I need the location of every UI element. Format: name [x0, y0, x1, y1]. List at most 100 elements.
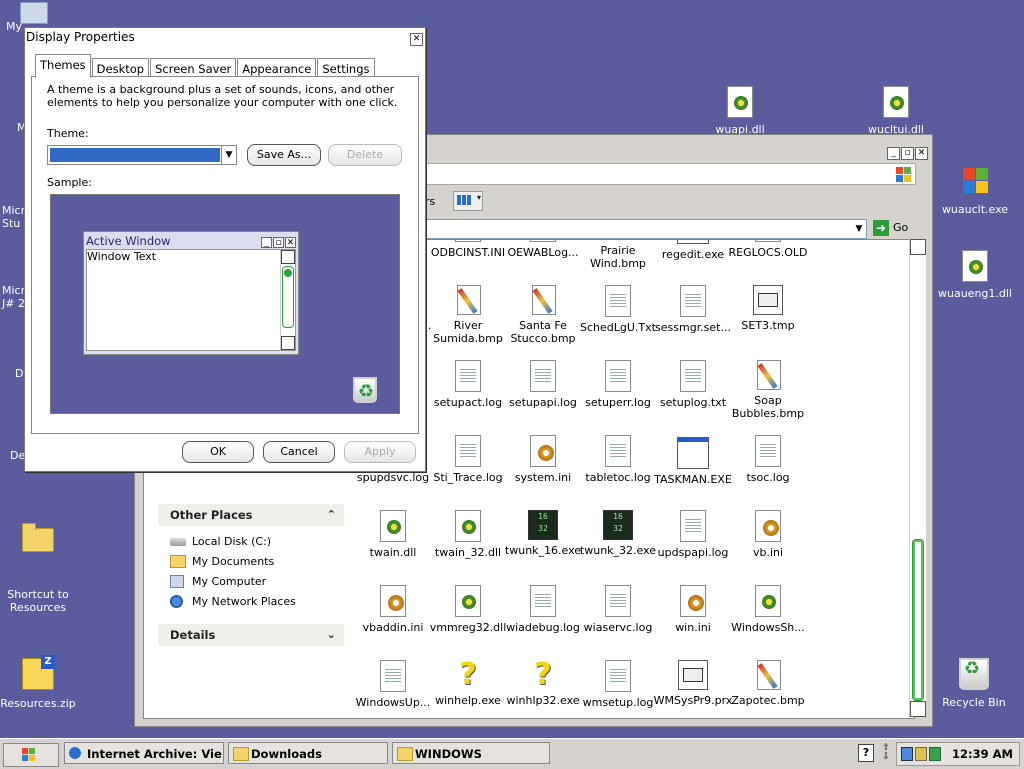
close-button[interactable]: ✕: [915, 147, 928, 160]
tray-speaker-icon[interactable]: [915, 747, 927, 761]
file-item[interactable]: SchedLgU.Txt: [575, 285, 661, 334]
file-item[interactable]: twain.dll: [350, 510, 436, 559]
file-item-label: wiadebug.log: [506, 621, 580, 634]
place-my-documents[interactable]: My Documents: [170, 552, 344, 572]
place-my-computer[interactable]: My Computer: [170, 572, 344, 592]
taskbar-button-downloads[interactable]: Downloads: [228, 742, 388, 764]
place-label: My Documents: [192, 555, 275, 568]
file-item[interactable]: WMSysPr9.prx: [650, 660, 736, 707]
other-places-header[interactable]: Other Places ⌃: [158, 504, 344, 526]
file-item[interactable]: TASKMAN.EXE: [650, 435, 736, 486]
desktop-icon-wuauclt[interactable]: wuauclt.exe: [935, 165, 1015, 216]
file-item[interactable]: wiadebug.log: [500, 585, 586, 634]
file-item[interactable]: Soap Bubbles.bmp: [725, 360, 811, 420]
taskbar-button-windows[interactable]: WINDOWS: [392, 742, 550, 764]
file-item[interactable]: 16 32 twunk_16.exe: [500, 510, 586, 557]
details-header[interactable]: Details ⌄: [158, 624, 344, 646]
scroll-down-button[interactable]: [910, 701, 926, 717]
cancel-button[interactable]: Cancel: [263, 441, 335, 463]
desktop-icon-wuapi[interactable]: wuapi.dll: [700, 86, 780, 136]
file-item[interactable]: vmmreg32.dll: [425, 585, 511, 634]
desktop-icon-shortcut-resources[interactable]: Shortcut to Resources: [0, 496, 78, 640]
file-item[interactable]: ? winhelp.exe: [425, 660, 511, 708]
chevron-up-icon[interactable]: ⌃: [327, 504, 336, 526]
file-item[interactable]: sessmgr.set...: [650, 285, 736, 334]
recycle-bin-icon: [959, 658, 989, 690]
desktop-icon-resources-zip[interactable]: Resources.zip: [0, 655, 78, 710]
dialog-close-button[interactable]: ✕: [409, 33, 423, 46]
folders-button-partial[interactable]: rs: [425, 195, 435, 208]
theme-sample-preview: Active Window _ ▫ ✕ Window Text: [50, 194, 400, 414]
file-item[interactable]: 16 32 twunk_32.exe: [575, 510, 661, 557]
taskbar-handle-icon[interactable]: ⇧ ⇩: [880, 744, 892, 762]
file-item[interactable]: updspapi.log: [650, 510, 736, 559]
ok-button[interactable]: OK: [182, 441, 254, 463]
taskbar-button-internet-archive[interactable]: Internet Archive: Vie...: [64, 742, 224, 764]
file-item[interactable]: SET3.tmp: [725, 285, 811, 332]
file-item[interactable]: setuperr.log: [575, 360, 661, 409]
file-item[interactable]: River Sumida.bmp: [425, 285, 511, 345]
file-item[interactable]: setuplog.txt: [650, 360, 736, 409]
file-item-label: SchedLgU.Txt: [580, 321, 656, 334]
file-item-label: REGLOCS.OLD: [728, 246, 808, 259]
start-button[interactable]: [3, 743, 59, 767]
file-item[interactable]: wiaservc.log: [575, 585, 661, 634]
chevron-down-icon[interactable]: ▼: [852, 220, 866, 238]
file-item[interactable]: OEWABLog...: [500, 240, 586, 259]
file-item[interactable]: Prairie Wind.bmp: [575, 240, 661, 270]
theme-select[interactable]: ▼: [47, 145, 237, 165]
file-item[interactable]: setupapi.log: [500, 360, 586, 409]
file-item[interactable]: REGLOCS.OLD: [725, 240, 811, 259]
desktop-icon-wucltui[interactable]: wucltui.dll: [856, 86, 936, 136]
address-input[interactable]: ▼: [425, 219, 867, 239]
help-icon[interactable]: ?: [858, 744, 874, 762]
minimize-button[interactable]: _: [887, 147, 900, 160]
tab-themes[interactable]: Themes: [35, 54, 91, 78]
place-local-disk[interactable]: Local Disk (C:): [170, 532, 344, 552]
file-item[interactable]: Sti_Trace.log: [425, 435, 511, 484]
scroll-thumb[interactable]: [912, 539, 924, 701]
go-button[interactable]: ➜ Go: [873, 220, 923, 238]
file-item[interactable]: system.ini: [500, 435, 586, 484]
doc-file-icon: [605, 660, 631, 692]
file-item[interactable]: tsoc.log: [725, 435, 811, 484]
doc-file-icon: [455, 360, 481, 392]
tray-security-icon[interactable]: [929, 747, 941, 761]
vertical-scrollbar[interactable]: [909, 239, 926, 717]
file-item[interactable]: Zapotec.bmp: [725, 660, 811, 707]
file-item-label: wmsetup.log: [582, 696, 654, 709]
desktop-icon-label: Recycle Bin: [942, 696, 1006, 709]
taskbar-clock[interactable]: 12:39 AM: [952, 743, 1013, 765]
save-as-button[interactable]: Save As...: [247, 144, 321, 166]
desktop-icon-label: wuaueng1.dll: [938, 287, 1012, 300]
apply-button[interactable]: Apply: [344, 441, 416, 463]
file-item[interactable]: vbaddin.ini: [350, 585, 436, 634]
help-file-icon: ?: [534, 657, 552, 692]
file-item[interactable]: tabletoc.log: [575, 435, 661, 484]
file-item[interactable]: wmsetup.log: [575, 660, 661, 709]
file-item[interactable]: vb.ini: [725, 510, 811, 559]
scroll-up-button[interactable]: [910, 239, 926, 255]
chevron-down-icon[interactable]: ⌄: [327, 624, 336, 646]
sample-scrollbar: [280, 250, 295, 350]
file-item[interactable]: setupact.log: [425, 360, 511, 409]
file-item[interactable]: ? winhlp32.exe: [500, 657, 586, 708]
file-item[interactable]: WindowsUp...: [350, 660, 436, 709]
sample-active-window: Active Window _ ▫ ✕ Window Text: [83, 231, 299, 355]
file-item[interactable]: ODBCINST.INI: [425, 240, 511, 259]
file-item-label: Sti_Trace.log: [433, 471, 503, 484]
file-item[interactable]: twain_32.dll: [425, 510, 511, 559]
file-item[interactable]: WindowsSh...: [725, 585, 811, 634]
desktop-icon-wuaueng1[interactable]: wuaueng1.dll: [935, 250, 1015, 300]
desktop-icon-recycle-bin[interactable]: Recycle Bin: [934, 658, 1014, 709]
views-button[interactable]: ▾: [453, 191, 483, 211]
file-item[interactable]: win.ini: [650, 585, 736, 634]
delete-button[interactable]: Delete: [328, 144, 402, 166]
maximize-button[interactable]: ▫: [901, 147, 914, 160]
tray-network-icon[interactable]: [901, 747, 913, 761]
file-item[interactable]: regedit.exe: [650, 240, 736, 261]
dll-icon: [727, 86, 753, 118]
chevron-down-icon[interactable]: ▼: [221, 146, 236, 164]
file-item[interactable]: Santa Fe Stucco.bmp: [500, 285, 586, 345]
place-my-network[interactable]: My Network Places: [170, 592, 344, 612]
